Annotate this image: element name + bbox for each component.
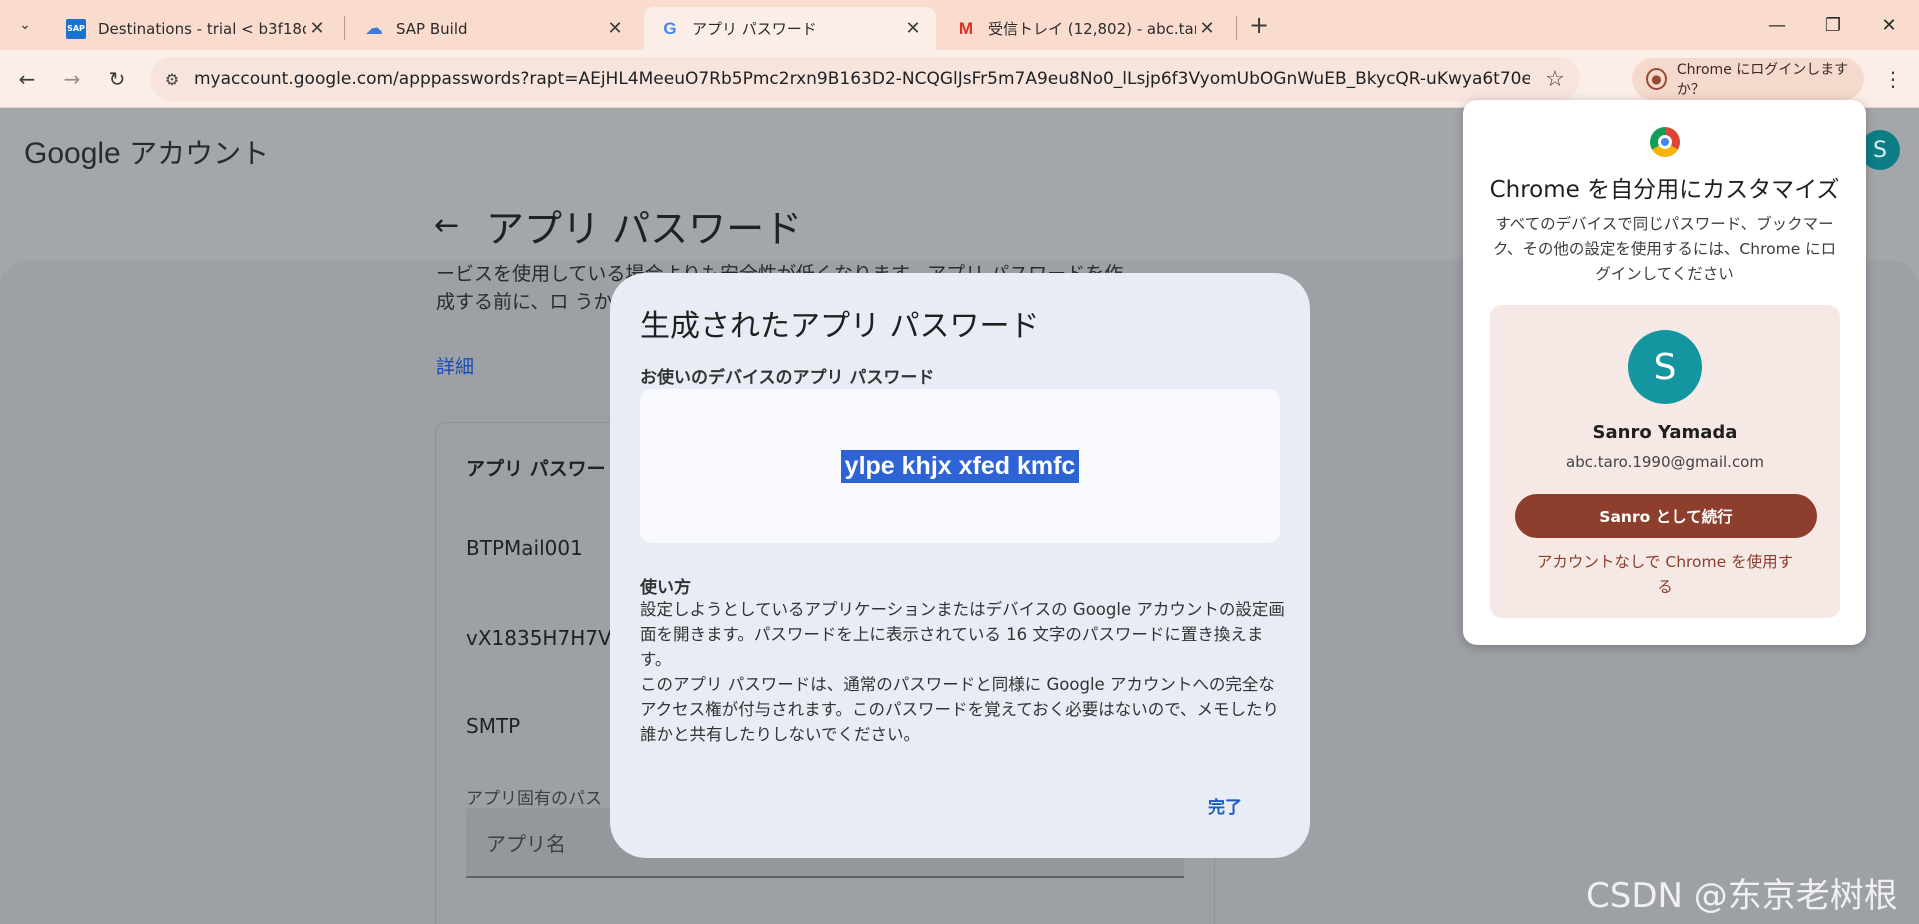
close-icon[interactable]: ✕	[1196, 18, 1218, 39]
chrome-logo-icon	[1650, 127, 1680, 157]
bookmark-star-icon[interactable]: ☆	[1530, 67, 1580, 92]
page-title-row: ← アプリ パスワード	[434, 198, 802, 253]
url-text[interactable]: myaccount.google.com/apppasswords?rapt=A…	[194, 69, 1530, 89]
close-icon[interactable]: ✕	[902, 18, 924, 39]
how-to-title: 使い方	[640, 578, 691, 598]
tab-title: Destinations - trial < b3f18d90t	[98, 19, 306, 38]
dialog-title: 生成されたアプリ パスワード	[640, 309, 1040, 344]
cloud-favicon-icon: ☁	[365, 18, 383, 39]
watermark: CSDN @东京老树根	[1586, 876, 1898, 916]
details-link[interactable]: 詳細	[436, 352, 474, 379]
popup-title: Chrome を自分用にカスタマイズ	[1489, 177, 1840, 203]
close-icon[interactable]: ✕	[306, 18, 328, 39]
continue-as-button[interactable]: Sanro として続行	[1515, 494, 1817, 538]
page-title: アプリ パスワード	[486, 207, 803, 251]
reload-button[interactable]: ↻	[102, 64, 132, 94]
gmail-favicon-icon: M	[958, 18, 974, 38]
account-avatar[interactable]: S	[1860, 130, 1900, 170]
kebab-menu-icon: ⋮	[1883, 67, 1903, 91]
tab-divider	[344, 16, 345, 40]
chrome-signin-popup: Chrome を自分用にカスタマイズ すべてのデバイスで同じパスワード、ブックマ…	[1463, 100, 1866, 645]
new-tab-button[interactable]: +	[1244, 10, 1274, 40]
tab-search-button[interactable]: ⌄	[8, 8, 42, 42]
how-to-body: 設定しようとしているアプリケーションまたはデバイスの Google アカウントの…	[640, 597, 1290, 747]
tab-title: 受信トレイ (12,802) - abc.taro.19!	[988, 20, 1196, 38]
app-name-label: アプリ固有のパス	[466, 789, 602, 809]
profile-email: abc.taro.1990@gmail.com	[1566, 453, 1764, 471]
google-favicon-icon: G	[663, 18, 677, 38]
account-label: アカウント	[129, 138, 270, 169]
plus-icon: +	[1248, 11, 1270, 39]
tab-divider	[1236, 16, 1237, 40]
close-icon: ✕	[1881, 14, 1897, 36]
forward-button[interactable]: →	[57, 64, 87, 94]
how-to-paragraph: 設定しようとしているアプリケーションまたはデバイスの Google アカウントの…	[640, 600, 1285, 669]
arrow-right-icon: →	[63, 67, 81, 91]
generated-password[interactable]: ylpe khjx xfed kmfc	[840, 449, 1080, 483]
popup-description: すべてのデバイスで同じパスワード、ブックマーク、その他の設定を使用するには、Ch…	[1492, 215, 1837, 283]
sap-favicon-icon: SAP	[66, 18, 86, 39]
back-button[interactable]: ←	[12, 64, 42, 94]
close-window-button[interactable]: ✕	[1866, 10, 1912, 40]
list-item[interactable]: BTPMail001	[466, 536, 583, 560]
tab-gmail[interactable]: M 受信トレイ (12,802) - abc.taro.19! ✕	[940, 7, 1230, 50]
chevron-down-icon: ⌄	[19, 17, 31, 33]
tab-title: アプリ パスワード	[692, 20, 817, 38]
tab-destinations[interactable]: SAP Destinations - trial < b3f18d90t ✕	[50, 7, 340, 50]
done-button[interactable]: 完了	[1208, 793, 1242, 818]
minimize-button[interactable]: —	[1754, 10, 1800, 40]
profile-avatar: S	[1628, 330, 1702, 404]
signin-chip-label: Chrome にログインしますか？	[1676, 62, 1849, 98]
chrome-menu-button[interactable]: ⋮	[1878, 64, 1908, 94]
reload-icon: ↻	[108, 67, 126, 91]
restore-button[interactable]: ❐	[1810, 10, 1856, 40]
arrow-left-icon[interactable]: ←	[434, 208, 486, 243]
address-bar[interactable]: ⚙ myaccount.google.com/apppasswords?rapt…	[150, 57, 1580, 101]
tab-app-passwords[interactable]: G アプリ パスワード ✕	[644, 7, 936, 50]
google-wordmark: Google	[24, 137, 121, 170]
google-account-logo[interactable]: Google アカウント	[24, 132, 269, 172]
tab-strip: ⌄ SAP Destinations - trial < b3f18d90t ✕…	[0, 0, 1919, 50]
minimize-icon: —	[1768, 14, 1786, 36]
restore-icon: ❐	[1824, 14, 1842, 36]
profile-card: S Sanro Yamada abc.taro.1990@gmail.com S…	[1490, 305, 1840, 618]
list-item[interactable]: SMTP	[466, 714, 520, 738]
profile-icon: ●	[1646, 68, 1667, 90]
tab-title: SAP Build	[396, 19, 468, 38]
chrome-signin-chip[interactable]: ● Chrome にログインしますか？	[1632, 58, 1864, 100]
password-box: ylpe khjx xfed kmfc	[640, 389, 1280, 543]
close-icon[interactable]: ✕	[604, 18, 626, 39]
generated-password-dialog: 生成されたアプリ パスワード お使いのデバイスのアプリ パスワード ylpe k…	[610, 273, 1310, 858]
dialog-subtitle: お使いのデバイスのアプリ パスワード	[640, 368, 935, 388]
use-without-account-link[interactable]: アカウントなしで Chrome を使用する	[1530, 550, 1800, 600]
list-title: アプリ パスワー	[466, 458, 606, 480]
profile-name: Sanro Yamada	[1592, 422, 1738, 443]
arrow-left-icon: ←	[18, 67, 36, 91]
tab-sap-build[interactable]: ☁ SAP Build ✕	[348, 7, 638, 50]
how-to-paragraph: このアプリ パスワードは、通常のパスワードと同様に Google アカウントへの…	[640, 675, 1280, 744]
site-settings-icon[interactable]: ⚙	[150, 70, 194, 89]
